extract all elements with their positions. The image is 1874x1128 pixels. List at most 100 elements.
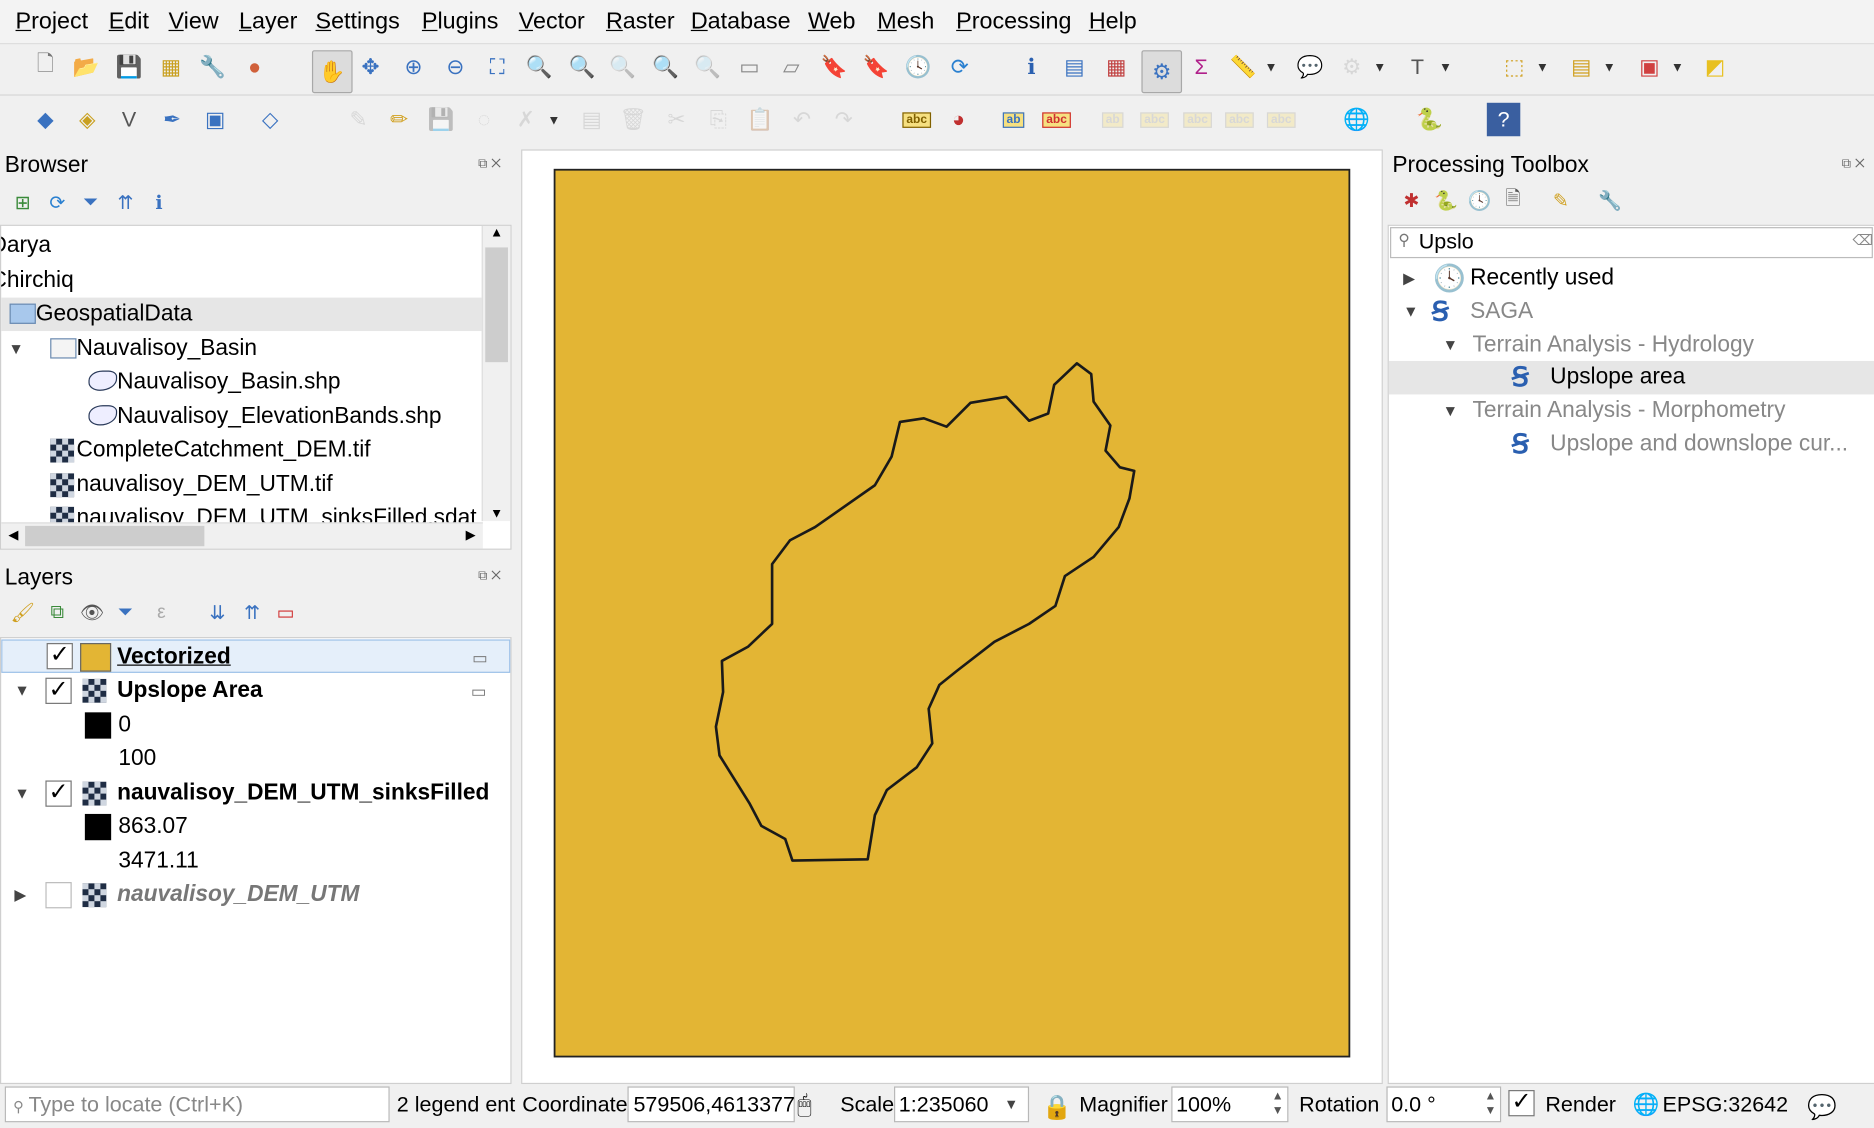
zoom-to-layer-button[interactable]: 🔍 — [565, 50, 598, 83]
chevron-down-icon[interactable]: ▼ — [1536, 61, 1549, 75]
toggle-editing-button[interactable]: ✏ — [382, 103, 415, 136]
paste-features-button[interactable]: 📋 — [743, 103, 776, 136]
delete-selected-button[interactable]: 🗑 — [617, 103, 650, 136]
pin-labels-button[interactable]: ab — [997, 103, 1030, 136]
edit-features-in-place-icon[interactable]: ✎ — [1544, 184, 1577, 217]
zoom-to-selection-button[interactable]: 🔍 — [522, 50, 555, 83]
undo-button[interactable]: ↶ — [785, 103, 818, 136]
save-edits-button[interactable]: 💾 — [424, 103, 457, 136]
style-manager-icon[interactable]: 🖌 — [6, 596, 39, 629]
browser-item[interactable]: ▼ Nauvalisoy_Basin — [1, 332, 481, 365]
layer-visibility-checkbox[interactable]: ✓ — [45, 678, 72, 704]
scroll-right-icon[interactable]: ▶ — [466, 527, 476, 542]
cut-features-button[interactable]: ✂ — [660, 103, 693, 136]
remove-layer-icon[interactable]: ▭ — [269, 596, 302, 629]
horizontal-scrollbar[interactable]: ◀ ▶ — [1, 522, 483, 549]
new-shapefile-layer-button[interactable]: V — [112, 103, 145, 136]
browser-tree[interactable]: Darya Chirchiq GeospatialData ▼ Nauvalisoy_B… — [0, 224, 512, 550]
manage-visibility-icon[interactable]: 👁 — [75, 596, 108, 629]
menu-mesh[interactable]: Mesh — [877, 8, 934, 35]
options-icon[interactable]: 🔧 — [1593, 184, 1626, 217]
select-location-button[interactable]: ◩ — [1698, 50, 1731, 83]
coordinate-input[interactable]: 579506,4613377 — [627, 1086, 795, 1123]
filter-legend-icon[interactable]: ⏷ — [109, 596, 142, 629]
scroll-left-icon[interactable]: ◀ — [8, 527, 18, 542]
save-project-button[interactable]: 💾 — [112, 50, 145, 83]
zoom-next-button[interactable]: 🔍 — [691, 50, 724, 83]
properties-icon[interactable]: ℹ — [142, 186, 175, 219]
expand-arrow-icon[interactable]: ▼ — [1443, 394, 1458, 427]
expand-arrow-icon[interactable]: ▼ — [1403, 295, 1418, 328]
refresh-icon[interactable]: ⟳ — [41, 186, 74, 219]
zoom-out-button[interactable]: ⊖ — [439, 50, 472, 83]
processing-toolbox-button[interactable]: ⚙ — [1141, 50, 1183, 94]
browser-item[interactable]: CompleteCatchment_DEM.tif — [1, 434, 481, 467]
magnifier-spinbox[interactable]: 100% ▲ ▼ — [1171, 1086, 1289, 1123]
menu-help[interactable]: Help — [1089, 8, 1137, 35]
render-checkbox[interactable]: ✓ — [1508, 1090, 1535, 1117]
locator-button[interactable]: ⚙ — [1335, 50, 1368, 83]
rotate-label-button[interactable]: abc — [1138, 103, 1171, 136]
chevron-down-icon[interactable]: ▼ — [1439, 61, 1452, 75]
menu-plugins[interactable]: Plugins — [422, 8, 498, 35]
statistical-summary-button[interactable]: Σ — [1184, 50, 1217, 83]
menu-project[interactable]: Project — [16, 8, 89, 35]
zoom-last-button[interactable]: 🔍 — [649, 50, 682, 83]
style-manager-button[interactable]: ● — [238, 50, 271, 83]
lock-scale-icon[interactable]: 🔒 — [1042, 1092, 1072, 1122]
label-toolbar-button[interactable]: abc — [900, 103, 933, 136]
scrollbar-thumb[interactable] — [25, 525, 205, 547]
map-canvas[interactable] — [521, 149, 1383, 1085]
add-feature-button[interactable]: ◌ — [467, 103, 500, 136]
field-calculator-button[interactable]: ▦ — [1100, 50, 1133, 83]
show-hide-labels-button[interactable]: abc — [1040, 103, 1073, 136]
panel-float-close-icons[interactable]: ⧉ ✕ — [478, 569, 501, 585]
scale-combobox[interactable]: 1:235060 ▼ — [894, 1086, 1030, 1123]
expand-arrow-icon[interactable]: ▼ — [14, 674, 29, 707]
pan-to-selection-button[interactable]: ✥ — [354, 50, 387, 83]
layers-tree[interactable]: ✓ Vectorized ▭ ▼ ✓ Upslope Area ▭ 0 100 … — [0, 637, 512, 1085]
chevron-down-icon[interactable]: ▼ — [547, 114, 560, 128]
new-geopackage-layer-button[interactable]: ◈ — [71, 103, 104, 136]
zoom-native-button[interactable]: 🔍 — [606, 50, 639, 83]
collapse-all-icon[interactable]: ⇈ — [109, 186, 142, 219]
vertex-tool-button[interactable]: ✗ — [509, 103, 542, 136]
python-console-button[interactable]: 🐍 — [1413, 103, 1446, 136]
add-group-icon[interactable]: ⧉ — [41, 596, 74, 629]
select-features-button[interactable]: ⬚ — [1498, 50, 1531, 83]
history-icon[interactable]: 🕓 — [1463, 184, 1496, 217]
rotation-spinbox[interactable]: 0.0 ° ▲ ▼ — [1386, 1086, 1502, 1123]
chevron-down-icon[interactable]: ▼ — [1265, 61, 1278, 75]
new-bookmark-button[interactable]: 🔖 — [818, 50, 851, 83]
layout-manager-button[interactable]: 🔧 — [196, 50, 229, 83]
new-map-view-button[interactable]: ▭ — [733, 50, 766, 83]
browser-item[interactable]: Darya — [1, 229, 481, 262]
plugin-globe-button[interactable]: 🌐 — [1340, 103, 1373, 136]
panel-float-close-icons[interactable]: ⧉ ✕ — [1842, 157, 1865, 173]
clear-search-icon[interactable]: ⌫ — [1853, 232, 1873, 249]
chevron-down-icon[interactable]: ▼ — [1373, 61, 1386, 75]
zoom-in-button[interactable]: ⊕ — [397, 50, 430, 83]
browser-item[interactable]: nauvalisoy_DEM_UTM.tif — [1, 468, 481, 501]
deselect-button[interactable]: ▣ — [1633, 50, 1666, 83]
menu-view[interactable]: View — [169, 8, 219, 35]
help-button[interactable]: ? — [1486, 102, 1521, 137]
browser-item[interactable]: Nauvalisoy_ElevationBands.shp — [1, 400, 481, 433]
zoom-full-button[interactable]: ⛶ — [480, 50, 513, 83]
filter-indicator-icon[interactable]: ▭ — [472, 641, 488, 674]
new-spatialite-layer-button[interactable]: ✒ — [155, 103, 188, 136]
layer-visibility-checkbox[interactable] — [45, 882, 72, 909]
panel-float-close-icons[interactable]: ⧉ ✕ — [478, 157, 501, 173]
expand-arrow-icon[interactable]: ▼ — [8, 332, 23, 365]
browser-item[interactable]: GeospatialData — [1, 297, 482, 332]
messages-icon[interactable]: 💬 — [1807, 1092, 1837, 1122]
tree-item-morphometry[interactable]: ▼ Terrain Analysis - Morphometry — [1389, 394, 1874, 427]
refresh-button[interactable]: ⟳ — [943, 50, 976, 83]
layer-row-upslope-area[interactable]: ▼ ✓ Upslope Area ▭ — [1, 674, 510, 707]
menu-edit[interactable]: Edit — [109, 8, 149, 35]
new-3d-map-button[interactable]: ▱ — [774, 50, 807, 83]
filter-expression-icon[interactable]: ε — [145, 596, 178, 629]
data-source-manager-button[interactable]: ◆ — [29, 103, 62, 136]
identify-button[interactable]: ℹ — [1015, 50, 1048, 83]
collapse-arrow-icon[interactable]: ▶ — [1403, 262, 1415, 295]
